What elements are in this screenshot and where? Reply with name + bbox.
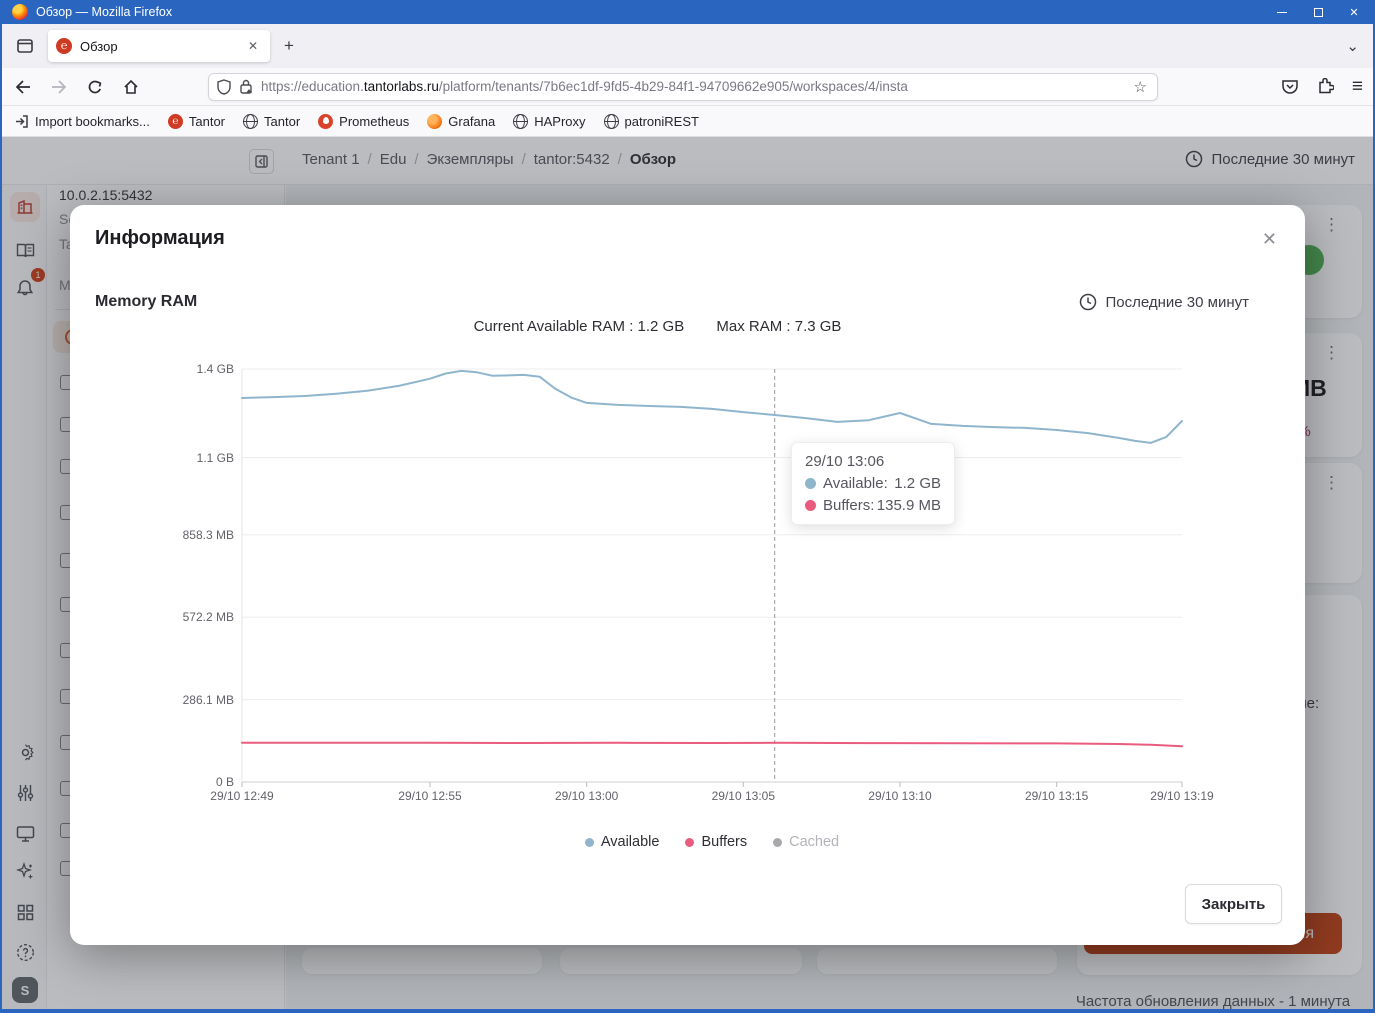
clock-icon: [1079, 293, 1097, 311]
x-tick-label: 29/10 13:10: [868, 789, 931, 803]
buffers-dot-icon: [805, 500, 816, 511]
home-button[interactable]: [116, 72, 146, 102]
maximize-button[interactable]: [1311, 5, 1325, 19]
navigation-toolbar: https://education.tantorlabs.ru/platform…: [2, 68, 1373, 106]
new-tab-button[interactable]: +: [284, 36, 294, 56]
max-ram: Max RAM : 7.3 GB: [716, 318, 841, 335]
tooltip-row-available: Available: 1.2 GB: [805, 475, 941, 492]
x-tick-label: 29/10 13:19: [1150, 789, 1213, 803]
tantor-icon: ℮: [168, 114, 183, 129]
bookmark-tantor-1[interactable]: ℮Tantor: [168, 114, 225, 129]
globe-icon: [513, 114, 528, 129]
chart-svg: [242, 369, 1182, 782]
legend-item-available[interactable]: Available: [585, 834, 660, 850]
x-tick-label: 29/10 12:55: [398, 789, 461, 803]
extensions-puzzle-icon[interactable]: [1317, 78, 1334, 95]
globe-icon: [243, 114, 258, 129]
forward-button[interactable]: [44, 72, 74, 102]
info-modal: Информация ✕ Memory RAM Последние 30 мин…: [70, 205, 1305, 945]
firefox-view-button[interactable]: [10, 31, 40, 61]
prometheus-icon: [318, 114, 333, 129]
available-dot-icon: [805, 478, 816, 489]
minimize-button[interactable]: [1275, 5, 1289, 19]
chart-plot[interactable]: [242, 369, 1182, 782]
legend-dot-icon: [685, 838, 694, 847]
legend-item-buffers[interactable]: Buffers: [685, 834, 747, 850]
x-tick-label: 29/10 13:00: [555, 789, 618, 803]
modal-time-range[interactable]: Последние 30 минут: [1079, 293, 1249, 311]
close-modal-button[interactable]: Закрыть: [1185, 884, 1282, 924]
reload-button[interactable]: [80, 72, 110, 102]
bookmark-import[interactable]: Import bookmarks...: [14, 114, 150, 129]
legend-dot-icon: [773, 838, 782, 847]
tab-favicon-tantor-icon: ℮: [56, 38, 72, 54]
bookmark-star-icon[interactable]: ☆: [1132, 78, 1149, 96]
chart-tooltip: 29/10 13:06 Available: 1.2 GB Buffers: 1…: [791, 442, 955, 525]
bookmark-grafana[interactable]: Grafana: [427, 114, 495, 129]
grafana-icon: [427, 114, 442, 129]
import-icon: [14, 114, 29, 129]
x-tick-label: 29/10 13:05: [712, 789, 775, 803]
bookmark-patronirest[interactable]: patroniREST: [604, 114, 699, 129]
y-tick-label: 1.4 GB: [197, 362, 234, 376]
tab-obzor[interactable]: ℮ Обзор ✕: [48, 30, 270, 62]
close-tab-icon[interactable]: ✕: [244, 37, 262, 55]
y-tick-label: 0 B: [216, 775, 234, 789]
tracking-shield-icon[interactable]: [217, 79, 231, 95]
chart-legend: Available Buffers Cached: [242, 834, 1182, 850]
current-available-ram: Current Available RAM : 1.2 GB: [474, 318, 685, 335]
y-axis-labels: 0 B286.1 MB572.2 MB858.3 MB1.1 GB1.4 GB: [70, 369, 234, 782]
modal-title: Информация: [95, 227, 225, 250]
firefox-logo-icon: [12, 4, 28, 20]
url-text: https://education.tantorlabs.ru/platform…: [261, 79, 1132, 94]
maximize-icon: [1314, 8, 1323, 17]
back-button[interactable]: [8, 72, 38, 102]
url-bar[interactable]: https://education.tantorlabs.ru/platform…: [208, 73, 1158, 101]
minimize-icon: [1277, 12, 1287, 13]
y-tick-label: 858.3 MB: [183, 528, 234, 542]
window-titlebar: Обзор — Mozilla Firefox ✕: [2, 0, 1373, 24]
tooltip-row-buffers: Buffers: 135.9 MB: [805, 497, 941, 514]
legend-item-cached[interactable]: Cached: [773, 834, 839, 850]
chart-subtitle: Current Available RAM : 1.2 GB Max RAM :…: [70, 318, 1245, 335]
tab-title: Обзор: [80, 39, 244, 54]
bookmark-tantor-2[interactable]: Tantor: [243, 114, 300, 129]
bookmark-haproxy[interactable]: HAProxy: [513, 114, 585, 129]
bookmark-prometheus[interactable]: Prometheus: [318, 114, 409, 129]
firefox-window: Обзор — Mozilla Firefox ✕ ℮ Обзор ✕ + ⌄: [0, 0, 1375, 1013]
legend-dot-icon: [585, 838, 594, 847]
lock-warning-icon[interactable]: [239, 79, 253, 94]
y-tick-label: 286.1 MB: [183, 693, 234, 707]
close-modal-icon[interactable]: ✕: [1262, 229, 1277, 250]
page-content: Tenant 1/ Edu/ Экземпляры/ tantor:5432/ …: [2, 137, 1373, 1009]
close-icon: ✕: [1349, 6, 1358, 19]
firefox-view-icon: [16, 37, 34, 55]
tab-bar: ℮ Обзор ✕ + ⌄: [2, 24, 1373, 68]
list-all-tabs-icon[interactable]: ⌄: [1346, 37, 1359, 55]
x-tick-label: 29/10 13:15: [1025, 789, 1088, 803]
bookmarks-toolbar: Import bookmarks... ℮Tantor Tantor Prome…: [2, 106, 1373, 137]
close-window-button[interactable]: ✕: [1347, 5, 1361, 19]
window-title: Обзор — Mozilla Firefox: [36, 5, 172, 19]
y-tick-label: 572.2 MB: [183, 610, 234, 624]
hamburger-menu-icon[interactable]: ≡: [1352, 76, 1363, 98]
tooltip-time: 29/10 13:06: [805, 453, 941, 470]
globe-icon: [604, 114, 619, 129]
pocket-icon[interactable]: [1281, 79, 1299, 95]
y-tick-label: 1.1 GB: [197, 451, 234, 465]
x-tick-label: 29/10 12:49: [210, 789, 273, 803]
chart-heading: Memory RAM: [95, 293, 197, 311]
